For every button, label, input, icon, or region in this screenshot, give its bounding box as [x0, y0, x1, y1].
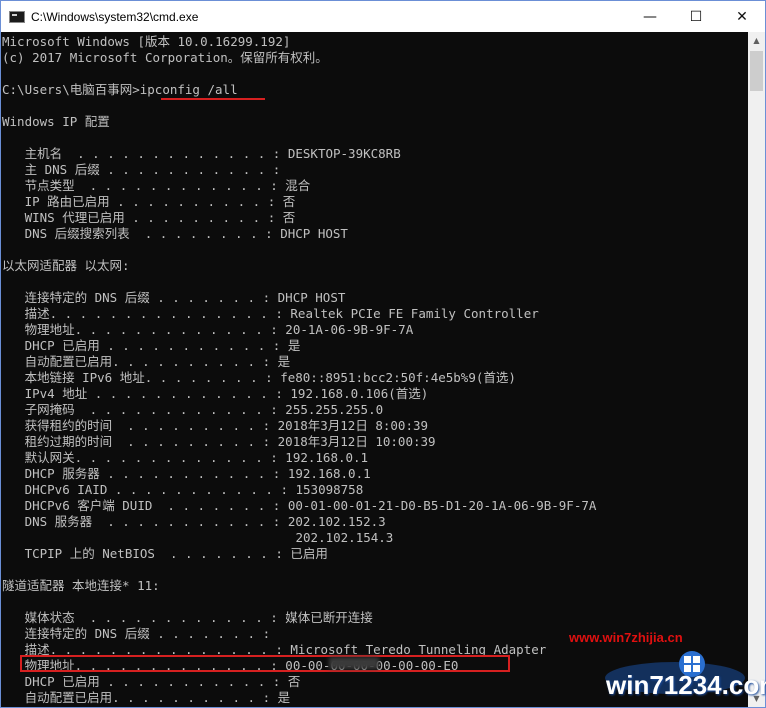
console-line: 连接特定的 DNS 后缀 . . . . . . . :	[2, 626, 271, 641]
console-line: 主 DNS 后缀 . . . . . . . . . . . :	[2, 162, 281, 177]
title-bar[interactable]: C:\Windows\system32\cmd.exe — ☐ ✕	[1, 1, 765, 32]
minimize-button[interactable]: —	[627, 1, 673, 32]
console-line: DNS 后缀搜索列表 . . . . . . . . : DHCP HOST	[2, 226, 348, 241]
console-line: 自动配置已启用. . . . . . . . . . : 是	[2, 354, 291, 369]
watermark-url: www.win7zhijia.cn	[569, 630, 683, 645]
scrollbar-thumb[interactable]	[750, 51, 763, 91]
window-controls: — ☐ ✕	[627, 1, 765, 32]
console-line: 连接特定的 DNS 后缀 . . . . . . . : DHCP HOST	[2, 290, 346, 305]
console-line: 物理地址. . . . . . . . . . . . . : 20-1A-06…	[2, 322, 414, 337]
console-line: C:\Users\电脑百事网>ipconfig /all	[2, 82, 238, 97]
console-line: 租约过期的时间 . . . . . . . . . : 2018年3月12日 1…	[2, 434, 436, 449]
console-line: Windows IP 配置	[2, 114, 110, 129]
physical-address-highlight-box	[20, 655, 510, 672]
console-line: 子网掩码 . . . . . . . . . . . . : 255.255.2…	[2, 402, 384, 417]
console-line: 本地链接 IPv6 地址. . . . . . . . : fe80::8951…	[2, 370, 516, 385]
cmd-app-icon[interactable]	[9, 10, 25, 23]
vertical-scrollbar[interactable]: ▲ ▼	[748, 32, 765, 707]
close-button[interactable]: ✕	[719, 1, 765, 32]
console-line: 获得租约的时间 . . . . . . . . . : 2018年3月12日 8…	[2, 418, 429, 433]
scroll-up-arrow-icon[interactable]: ▲	[748, 32, 765, 49]
console-line: IP 路由已启用 . . . . . . . . . . : 否	[2, 194, 296, 209]
console-line: DHCP 已启用 . . . . . . . . . . . : 否	[2, 674, 301, 689]
console-line: IPv4 地址 . . . . . . . . . . . . : 192.16…	[2, 386, 429, 401]
console-line: 媒体状态 . . . . . . . . . . . . : 媒体已断开连接	[2, 610, 373, 625]
redacted-blur	[329, 657, 379, 669]
console-line: DHCP 服务器 . . . . . . . . . . . : 192.168…	[2, 466, 371, 481]
console-line: 描述. . . . . . . . . . . . . . . : Realte…	[2, 306, 539, 321]
console-line: 主机名 . . . . . . . . . . . . . : DESKTOP-…	[2, 146, 401, 161]
console-line: 202.102.154.3	[2, 530, 394, 545]
console-line: TCPIP 上的 NetBIOS . . . . . . . : 已启用	[2, 546, 328, 561]
console-line: 自动配置已启用. . . . . . . . . . : 是	[2, 690, 291, 705]
console-line: (c) 2017 Microsoft Corporation。保留所有权利。	[2, 50, 328, 65]
console-line: WINS 代理已启用 . . . . . . . . . : 否	[2, 210, 296, 225]
console-line: 节点类型 . . . . . . . . . . . . : 混合	[2, 178, 311, 193]
console-line: DHCPv6 IAID . . . . . . . . . . . : 1530…	[2, 482, 364, 497]
console-line: DHCPv6 客户端 DUID . . . . . . . : 00-01-00…	[2, 498, 597, 513]
console-line: 以太网适配器 以太网:	[2, 258, 130, 273]
console-output[interactable]: Microsoft Windows [版本 10.0.16299.192] (c)…	[1, 32, 748, 707]
console-line: DNS 服务器 . . . . . . . . . . . : 202.102.…	[2, 514, 386, 529]
console-line: Microsoft Windows [版本 10.0.16299.192]	[2, 34, 291, 49]
window-title: C:\Windows\system32\cmd.exe	[31, 9, 199, 24]
console-line: 默认网关. . . . . . . . . . . . . : 192.168.…	[2, 450, 369, 465]
cmd-window: C:\Windows\system32\cmd.exe — ☐ ✕ Micros…	[0, 0, 766, 708]
maximize-button[interactable]: ☐	[673, 1, 719, 32]
console-line: 隧道适配器 本地连接* 11:	[2, 578, 160, 593]
watermark-brand: win71234.com	[606, 670, 766, 700]
console-line: DHCP 已启用 . . . . . . . . . . . : 是	[2, 338, 301, 353]
command-highlight-underline	[161, 98, 265, 100]
